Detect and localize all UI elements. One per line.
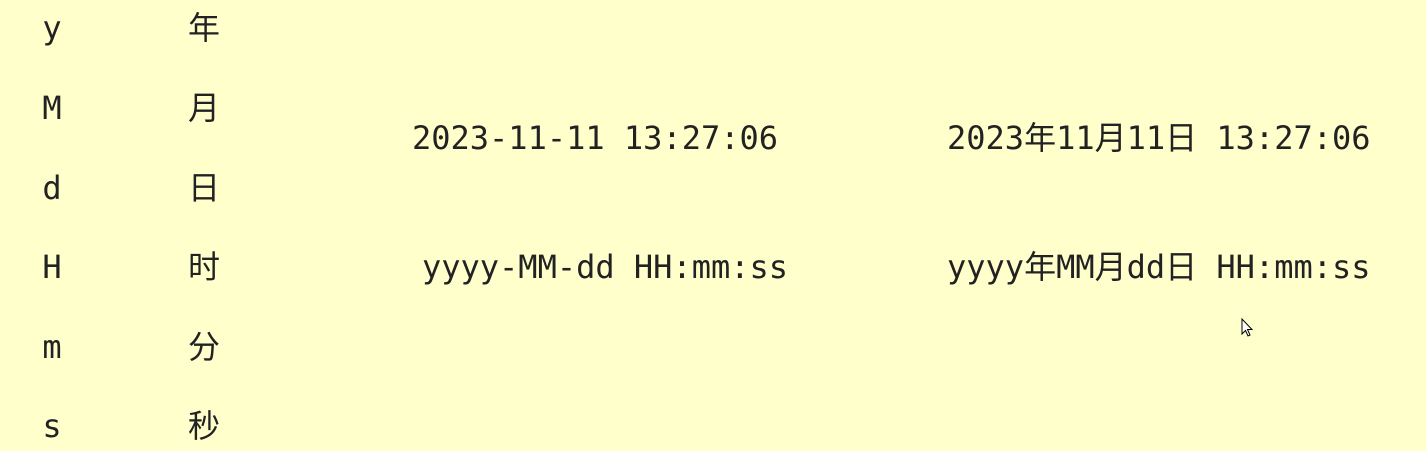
cn-format-pattern: yyyy年MM月dd日 HH:mm:ss bbox=[947, 248, 1371, 286]
dash-format-value: 2023-11-11 13:27:06 bbox=[411, 119, 779, 157]
symbol-year: y bbox=[42, 9, 62, 47]
meaning-day: 日 bbox=[187, 169, 221, 207]
symbol-day: d bbox=[42, 169, 62, 207]
dash-format-pattern: yyyy-MM-dd HH:mm:ss bbox=[421, 248, 789, 286]
meaning-second: 秒 bbox=[187, 407, 221, 445]
symbol-minute: m bbox=[42, 328, 62, 366]
mouse-pointer-icon bbox=[1241, 318, 1254, 337]
meaning-hour: 时 bbox=[187, 248, 221, 286]
symbol-hour: H bbox=[42, 248, 62, 286]
symbol-second: s bbox=[42, 407, 62, 445]
symbol-month: M bbox=[42, 89, 62, 127]
meaning-minute: 分 bbox=[187, 328, 221, 366]
meaning-month: 月 bbox=[187, 89, 221, 127]
cn-format-value: 2023年11月11日 13:27:06 bbox=[947, 119, 1371, 157]
meaning-year: 年 bbox=[187, 9, 221, 47]
